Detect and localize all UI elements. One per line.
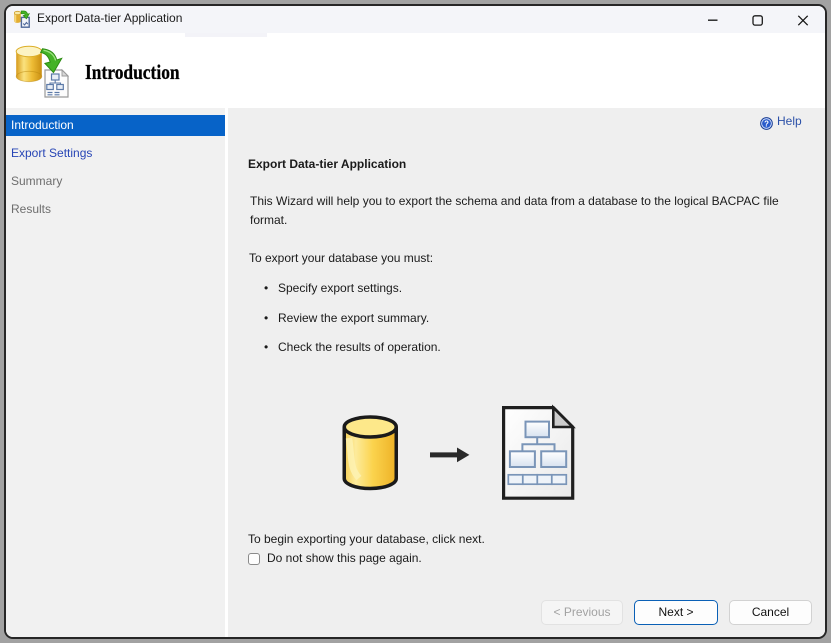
- svg-text:?: ?: [764, 119, 769, 128]
